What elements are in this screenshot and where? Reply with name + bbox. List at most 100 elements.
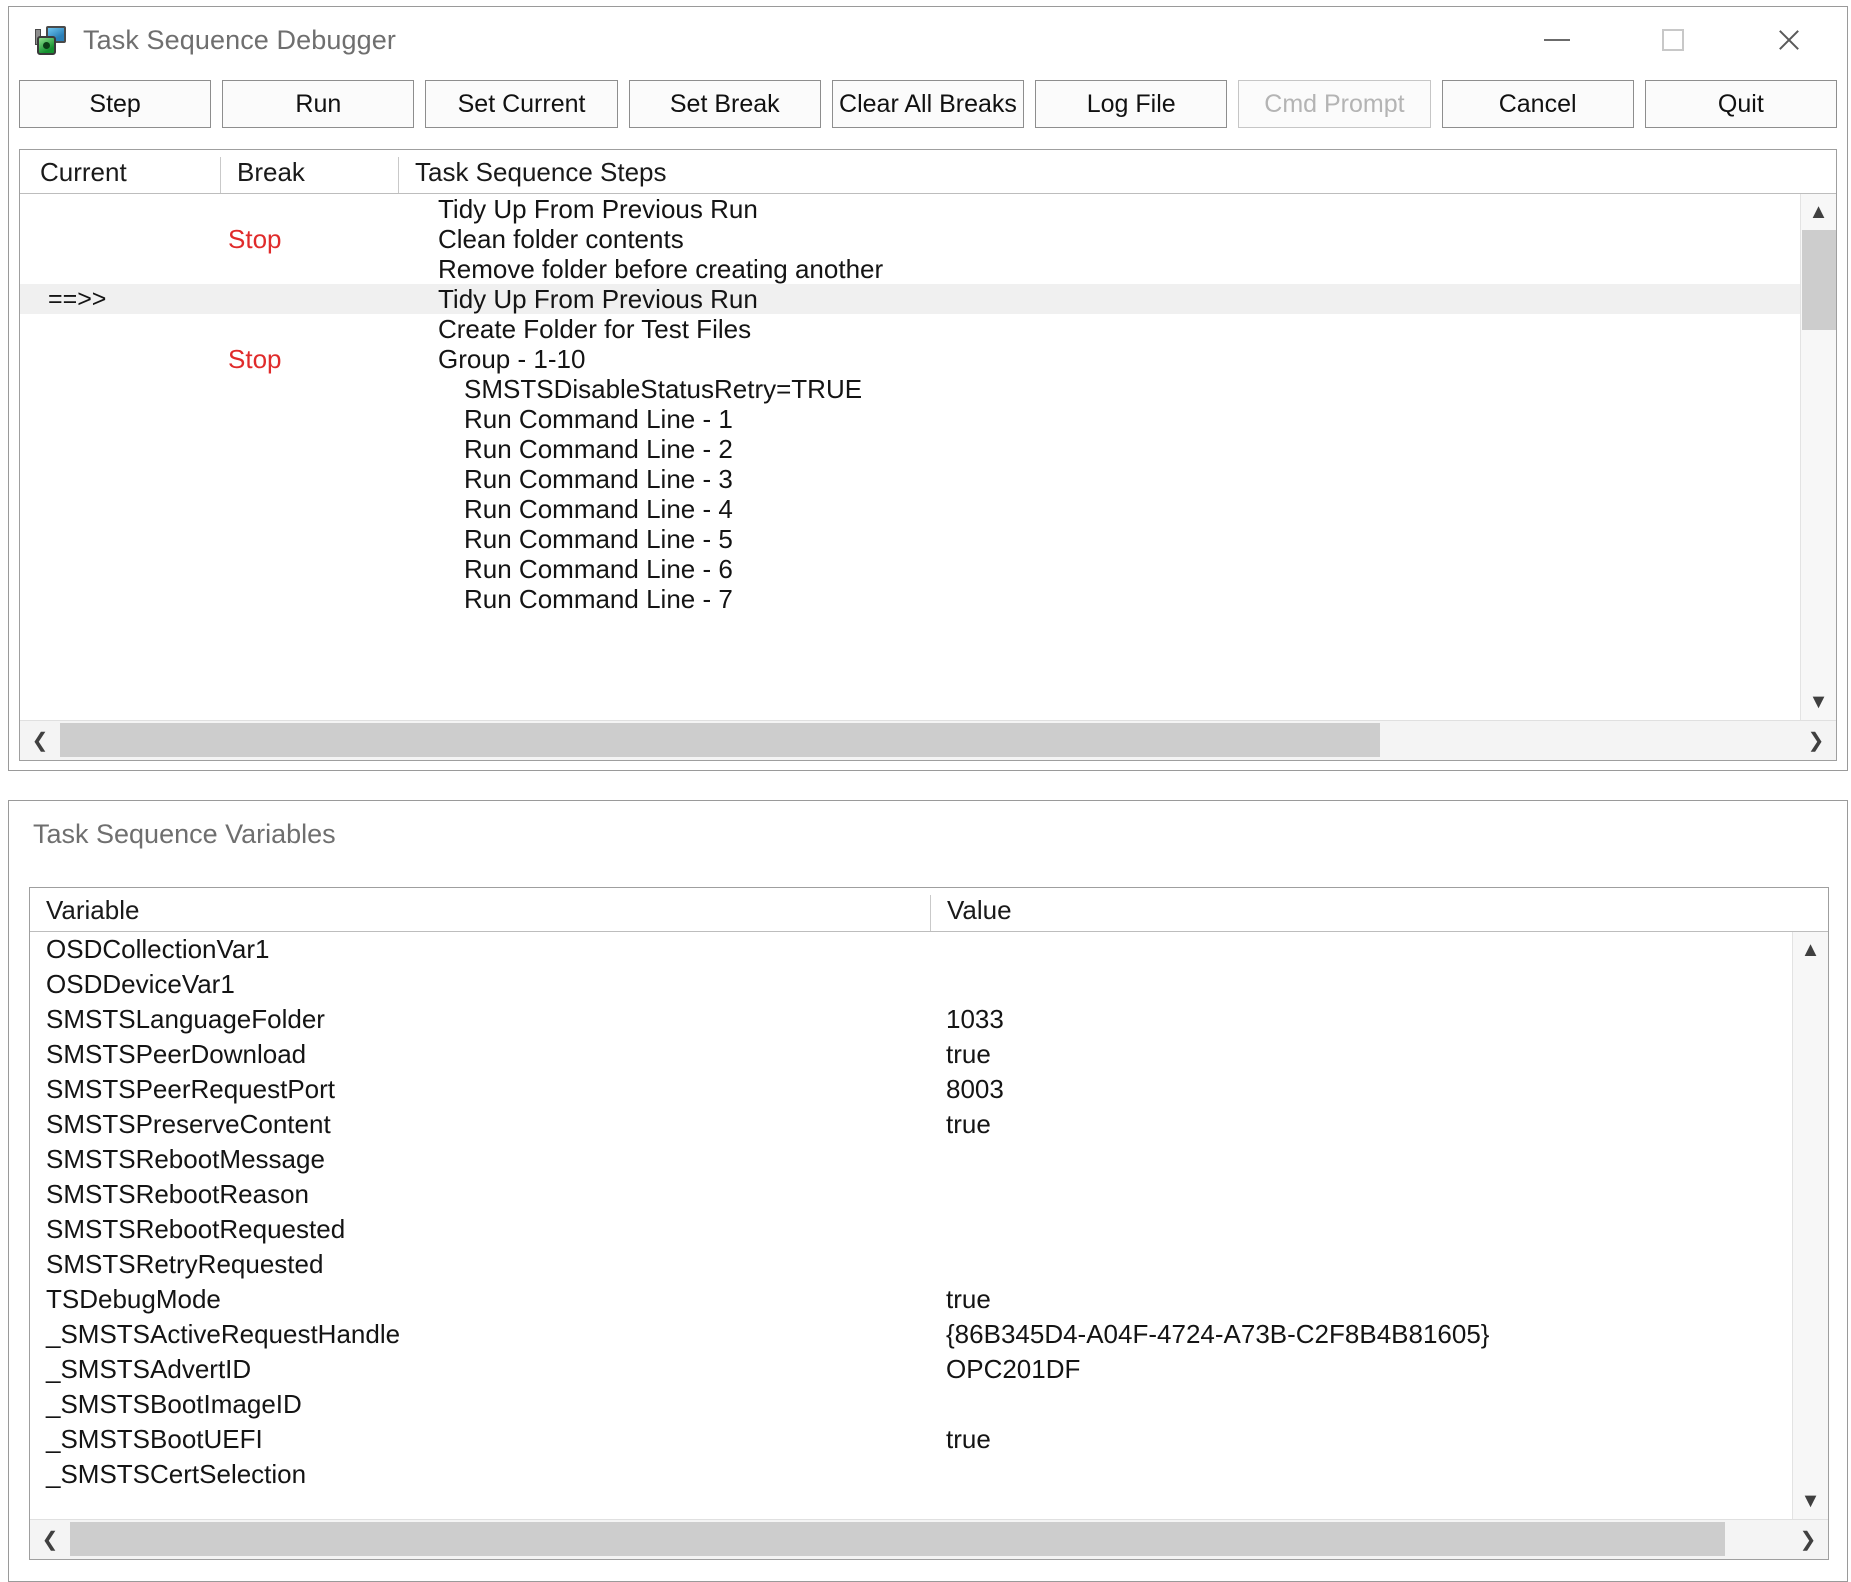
variable-value: true [930,1424,1828,1455]
variable-value: true [930,1039,1828,1070]
table-row[interactable]: Run Command Line - 2 [20,434,1836,464]
maximize-button[interactable] [1615,7,1731,73]
step-current-marker: ==>> [20,285,220,314]
step-break-flag: Stop [220,224,398,255]
step-label: Run Command Line - 6 [398,554,1836,585]
table-row[interactable]: _SMSTSAdvertID OPC201DF [30,1352,1828,1387]
variables-horizontal-scrollbar[interactable]: ❮ ❯ [30,1519,1828,1559]
chevron-up-icon[interactable]: ▲ [1793,932,1829,968]
close-button[interactable] [1731,7,1847,73]
column-header-break[interactable]: Break [220,157,398,193]
task-sequence-debugger-icon [35,23,69,57]
task-sequence-variables-list: Variable Value OSDCollectionVar1 OSDDevi… [29,887,1829,1560]
table-row[interactable]: _SMSTSActiveRequestHandle {86B345D4-A04F… [30,1317,1828,1352]
chevron-left-icon[interactable]: ❮ [30,1520,70,1560]
chevron-up-icon[interactable]: ▲ [1801,194,1837,230]
table-row[interactable]: OSDCollectionVar1 [30,932,1828,967]
clear-all-breaks-button[interactable]: Clear All Breaks [832,80,1024,128]
steps-vscroll-track[interactable] [1801,230,1837,684]
variables-vertical-scrollbar[interactable]: ▲ ▼ [1792,932,1828,1519]
variable-value: OPC201DF [930,1354,1828,1385]
table-row[interactable]: SMSTSDisableStatusRetry=TRUE [20,374,1836,404]
table-row[interactable]: _SMSTSBootUEFI true [30,1422,1828,1457]
cmd-prompt-button: Cmd Prompt [1238,80,1430,128]
table-row[interactable]: SMSTSRebootMessage [30,1142,1828,1177]
set-break-button[interactable]: Set Break [629,80,821,128]
table-row[interactable]: Run Command Line - 4 [20,494,1836,524]
variable-name: SMSTSRetryRequested [30,1249,930,1280]
step-button[interactable]: Step [19,80,211,128]
table-row[interactable]: Run Command Line - 1 [20,404,1836,434]
steps-hscroll-track[interactable] [60,721,1796,761]
variables-vscroll-track[interactable] [1793,968,1829,1483]
table-row[interactable]: OSDDeviceVar1 [30,967,1828,1002]
variables-hscroll-track[interactable] [70,1520,1788,1560]
cancel-button[interactable]: Cancel [1442,80,1634,128]
minimize-button[interactable] [1499,7,1615,73]
task-sequence-debugger-window: Task Sequence Debugger Step Run Set Curr… [8,6,1848,771]
table-row[interactable]: _SMSTSBootImageID [30,1387,1828,1422]
table-row[interactable]: Tidy Up From Previous Run [20,194,1836,224]
task-sequence-variables-window: Task Sequence Variables Variable Value O… [8,800,1848,1582]
table-row[interactable]: SMSTSLanguageFolder 1033 [30,1002,1828,1037]
variables-hscroll-thumb[interactable] [70,1522,1725,1556]
table-row[interactable]: Remove folder before creating another [20,254,1836,284]
table-row-current[interactable]: ==>> Tidy Up From Previous Run [20,284,1836,314]
table-row[interactable]: Create Folder for Test Files [20,314,1836,344]
table-row[interactable]: SMSTSRebootReason [30,1177,1828,1212]
steps-vertical-scrollbar[interactable]: ▲ ▼ [1800,194,1836,720]
table-row[interactable]: SMSTSRetryRequested [30,1247,1828,1282]
column-header-variable[interactable]: Variable [30,895,930,931]
steps-vscroll-thumb[interactable] [1802,230,1836,330]
table-row[interactable]: Stop Group - 1-10 [20,344,1836,374]
table-row[interactable]: _SMSTSCertSelection [30,1457,1828,1492]
steps-horizontal-scrollbar[interactable]: ❮ ❯ [20,720,1836,760]
step-label: Run Command Line - 1 [398,404,1836,435]
table-row[interactable]: Run Command Line - 6 [20,554,1836,584]
chevron-down-icon[interactable]: ▼ [1801,684,1837,720]
table-row[interactable]: SMSTSRebootRequested [30,1212,1828,1247]
column-header-steps[interactable]: Task Sequence Steps [398,157,1836,193]
steps-hscroll-thumb[interactable] [60,723,1380,757]
step-label: Clean folder contents [398,224,1836,255]
log-file-button[interactable]: Log File [1035,80,1227,128]
variable-name: SMSTSPreserveContent [30,1109,930,1140]
table-row[interactable]: Run Command Line - 5 [20,524,1836,554]
variable-name: _SMSTSCertSelection [30,1459,930,1490]
debugger-toolbar: Step Run Set Current Set Break Clear All… [9,73,1847,135]
table-row[interactable]: SMSTSPeerDownload true [30,1037,1828,1072]
chevron-right-icon[interactable]: ❯ [1796,721,1836,761]
chevron-left-icon[interactable]: ❮ [20,721,60,761]
table-row[interactable]: TSDebugMode true [30,1282,1828,1317]
quit-button[interactable]: Quit [1645,80,1837,128]
column-header-current[interactable]: Current [20,157,220,193]
variable-name: _SMSTSBootUEFI [30,1424,930,1455]
variable-value: 1033 [930,1004,1828,1035]
variable-name: SMSTSRebootRequested [30,1214,930,1245]
step-label: Run Command Line - 3 [398,464,1836,495]
table-row[interactable]: Stop Clean folder contents [20,224,1836,254]
step-break-flag: Stop [220,344,398,375]
table-row[interactable]: SMSTSPreserveContent true [30,1107,1828,1142]
window-title: Task Sequence Debugger [83,25,396,56]
step-label: Create Folder for Test Files [398,314,1836,345]
table-row[interactable]: Run Command Line - 7 [20,584,1836,614]
step-label: Run Command Line - 4 [398,494,1836,525]
chevron-down-icon[interactable]: ▼ [1793,1483,1829,1519]
window-controls [1499,7,1847,73]
set-current-button[interactable]: Set Current [425,80,617,128]
variable-name: TSDebugMode [30,1284,930,1315]
step-label: Run Command Line - 7 [398,584,1836,615]
table-row[interactable]: Run Command Line - 3 [20,464,1836,494]
step-label: Tidy Up From Previous Run [398,194,1836,225]
run-button[interactable]: Run [222,80,414,128]
steps-column-headers: Current Break Task Sequence Steps [20,150,1836,194]
variable-name: SMSTSRebootMessage [30,1144,930,1175]
variable-name: SMSTSPeerDownload [30,1039,930,1070]
variable-value: true [930,1284,1828,1315]
column-header-value[interactable]: Value [930,895,1828,931]
steps-body: Tidy Up From Previous Run Stop Clean fol… [20,194,1836,720]
chevron-right-icon[interactable]: ❯ [1788,1520,1828,1560]
variables-column-headers: Variable Value [30,888,1828,932]
table-row[interactable]: SMSTSPeerRequestPort 8003 [30,1072,1828,1107]
